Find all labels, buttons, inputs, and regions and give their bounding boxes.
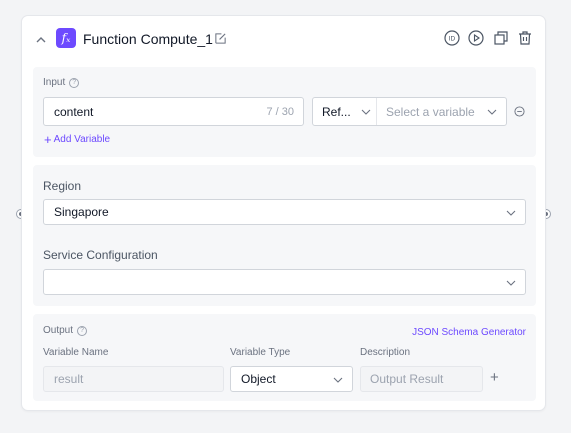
collapse-chevron-icon[interactable] xyxy=(34,33,48,47)
function-compute-node: fₓ Function Compute_1 ID Input ? content… xyxy=(21,15,546,411)
add-output-icon[interactable]: + xyxy=(490,369,499,387)
chevron-down-icon xyxy=(506,210,516,216)
variable-ref-select[interactable]: Ref... Select a variable xyxy=(312,97,507,126)
function-icon: fₓ xyxy=(56,28,76,48)
node-title: Function Compute_1 xyxy=(83,31,213,47)
trash-icon[interactable] xyxy=(517,30,533,46)
output-variable-name-placeholder: result xyxy=(54,372,84,386)
input-section: Input ? content 7 / 30 Ref... Select a v… xyxy=(33,67,536,157)
chevron-down-icon xyxy=(487,109,497,115)
play-icon[interactable] xyxy=(468,30,484,46)
input-label: Input ? xyxy=(43,77,80,88)
column-description: Description xyxy=(360,347,411,358)
variable-select[interactable]: Select a variable xyxy=(377,98,506,125)
input-variable-name-value: content xyxy=(54,104,94,119)
help-icon[interactable]: ? xyxy=(69,77,80,88)
chevron-down-icon xyxy=(506,280,516,286)
json-schema-generator-link[interactable]: JSON Schema Generator xyxy=(412,327,526,338)
plus-icon: + xyxy=(44,131,52,147)
edit-icon[interactable] xyxy=(214,32,227,45)
add-variable-button[interactable]: + Add Variable xyxy=(44,131,111,147)
output-variable-type-value: Object xyxy=(241,372,276,386)
id-icon[interactable]: ID xyxy=(444,30,460,46)
service-config-select[interactable] xyxy=(43,269,526,295)
config-section: Region Singapore Service Configuration xyxy=(33,165,536,306)
chevron-down-icon xyxy=(333,377,343,383)
output-description-field[interactable]: Output Result xyxy=(360,366,483,392)
ref-type-value: Ref... xyxy=(322,104,351,119)
output-label: Output ? xyxy=(43,325,88,336)
input-variable-name-field[interactable]: content 7 / 30 xyxy=(43,97,304,126)
output-description-placeholder: Output Result xyxy=(370,372,444,386)
output-label-text: Output xyxy=(43,325,74,336)
help-icon[interactable]: ? xyxy=(77,325,88,336)
region-label: Region xyxy=(43,179,82,193)
output-variable-name-field[interactable]: result xyxy=(43,366,224,392)
copy-icon[interactable] xyxy=(493,30,509,46)
ref-type-select[interactable]: Ref... xyxy=(313,98,377,125)
input-label-text: Input xyxy=(43,77,66,88)
column-variable-type: Variable Type xyxy=(230,347,291,358)
node-header: fₓ Function Compute_1 ID xyxy=(22,16,545,62)
variable-select-placeholder: Select a variable xyxy=(386,104,475,119)
output-section: Output ? JSON Schema Generator Variable … xyxy=(33,314,536,401)
column-variable-name: Variable Name xyxy=(43,347,109,358)
chevron-down-icon xyxy=(361,109,371,115)
remove-variable-icon[interactable] xyxy=(514,106,525,117)
add-variable-label: Add Variable xyxy=(53,134,111,145)
char-counter: 7 / 30 xyxy=(266,105,294,118)
region-value: Singapore xyxy=(54,205,109,219)
service-config-label: Service Configuration xyxy=(43,248,158,262)
region-select[interactable]: Singapore xyxy=(43,199,526,225)
output-variable-type-select[interactable]: Object xyxy=(230,366,353,392)
id-label: ID xyxy=(449,36,456,43)
